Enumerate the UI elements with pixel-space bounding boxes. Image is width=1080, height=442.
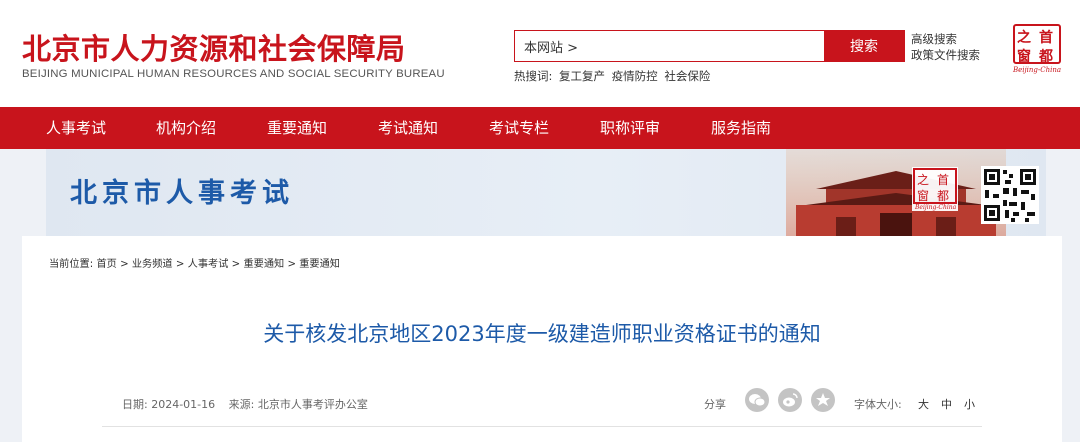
nav-item-notices[interactable]: 重要通知 bbox=[267, 107, 327, 149]
banner-title: 北京市人事考试 bbox=[70, 178, 294, 209]
policy-search-link[interactable]: 政策文件搜索 bbox=[911, 47, 980, 63]
font-size-small[interactable]: 小 bbox=[964, 396, 975, 412]
breadcrumb-current[interactable]: 重要通知 bbox=[299, 259, 340, 270]
site-subtitle: BEIJING MUNICIPAL HUMAN RESOURCES AND SO… bbox=[22, 68, 445, 80]
capital-window-logo: 之 首 窗 都 Beijing-China bbox=[1013, 24, 1061, 74]
nav-item-exam-column[interactable]: 考试专栏 bbox=[489, 107, 549, 149]
font-size-label: 字体大小: bbox=[854, 398, 902, 411]
font-size-large[interactable]: 大 bbox=[918, 396, 929, 412]
breadcrumb-notices[interactable]: 重要通知 bbox=[243, 259, 284, 270]
nav-item-exam[interactable]: 人事考试 bbox=[46, 107, 106, 149]
advanced-search-link[interactable]: 高级搜索 bbox=[911, 31, 980, 47]
seal-char: 窗 bbox=[1017, 49, 1031, 65]
article-meta: 日期: 2024-01-16 来源: 北京市人事考评办公室 bbox=[122, 396, 368, 412]
search-links: 高级搜索 政策文件搜索 bbox=[911, 31, 980, 63]
qzone-share-icon[interactable] bbox=[811, 388, 835, 412]
weibo-share-icon[interactable] bbox=[778, 388, 802, 412]
breadcrumb-sep: > bbox=[287, 259, 296, 270]
search-input[interactable] bbox=[515, 31, 825, 61]
site-header: 北京市人力资源和社会保障局 BEIJING MUNICIPAL HUMAN RE… bbox=[0, 0, 1080, 107]
article-panel: 当前位置: 首页 > 业务频道 > 人事考试 > 重要通知 > 重要通知 关于核… bbox=[22, 236, 1062, 442]
hot-words: 热搜词: 复工复产 疫情防控 社会保险 bbox=[514, 68, 710, 84]
source-label: 来源: bbox=[228, 398, 255, 411]
font-size-medium[interactable]: 中 bbox=[941, 396, 952, 412]
banner-seal-char: 都 bbox=[937, 189, 949, 203]
seal-caption: Beijing-China bbox=[1012, 66, 1062, 74]
seal-char: 之 bbox=[1017, 30, 1031, 46]
breadcrumb-home[interactable]: 首页 bbox=[96, 259, 116, 270]
seal-box: 之 首 窗 都 bbox=[1013, 24, 1061, 65]
banner-seal-char: 窗 bbox=[917, 189, 929, 203]
breadcrumb-sep: > bbox=[231, 259, 241, 270]
nav-item-about[interactable]: 机构介绍 bbox=[156, 107, 216, 149]
search-box: 搜索 bbox=[514, 30, 905, 62]
date-label: 日期: bbox=[122, 398, 148, 411]
banner-seal-char: 首 bbox=[937, 173, 949, 187]
article-title: 关于核发北京地区2023年度一级建造师职业资格证书的通知 bbox=[263, 322, 821, 346]
tiananmen-gate-image: 之 首 窗 都 Beijing-China bbox=[786, 149, 1006, 236]
hot-word-link[interactable]: 社会保险 bbox=[664, 69, 710, 83]
meta-divider bbox=[102, 426, 982, 427]
nav-item-exam-notices[interactable]: 考试通知 bbox=[378, 107, 438, 149]
share-label: 分享 bbox=[704, 398, 726, 411]
qr-code-icon bbox=[981, 166, 1039, 224]
wechat-share-icon[interactable] bbox=[745, 388, 769, 412]
nav-item-title-review[interactable]: 职称评审 bbox=[600, 107, 660, 149]
page-banner: 北京市人事考试 之 首 窗 都 Beijing-China bbox=[46, 149, 1046, 236]
banner-seal-caption: Beijing-China bbox=[914, 204, 957, 211]
breadcrumb-sep: > bbox=[120, 259, 129, 270]
article-date: 2024-01-16 bbox=[151, 398, 216, 411]
hot-word-link[interactable]: 复工复产 bbox=[559, 69, 605, 83]
breadcrumb-exam[interactable]: 人事考试 bbox=[188, 259, 229, 270]
breadcrumb-sep: > bbox=[175, 259, 185, 270]
breadcrumb-label: 当前位置: bbox=[49, 259, 94, 270]
seal-char: 首 bbox=[1039, 30, 1053, 46]
seal-char: 都 bbox=[1039, 49, 1053, 65]
breadcrumb: 当前位置: 首页 > 业务频道 > 人事考试 > 重要通知 > 重要通知 bbox=[49, 255, 340, 270]
nav-item-service-guide[interactable]: 服务指南 bbox=[711, 107, 771, 149]
banner-seal-char: 之 bbox=[917, 173, 929, 187]
breadcrumb-business[interactable]: 业务频道 bbox=[132, 259, 173, 270]
search-button[interactable]: 搜索 bbox=[824, 30, 904, 62]
hot-words-label: 热搜词: bbox=[514, 69, 553, 83]
hot-word-link[interactable]: 疫情防控 bbox=[612, 69, 658, 83]
article-source: 北京市人事考评办公室 bbox=[257, 398, 368, 411]
main-nav: 人事考试 机构介绍 重要通知 考试通知 考试专栏 职称评审 服务指南 bbox=[0, 107, 1080, 149]
site-title[interactable]: 北京市人力资源和社会保障局 bbox=[22, 26, 406, 68]
